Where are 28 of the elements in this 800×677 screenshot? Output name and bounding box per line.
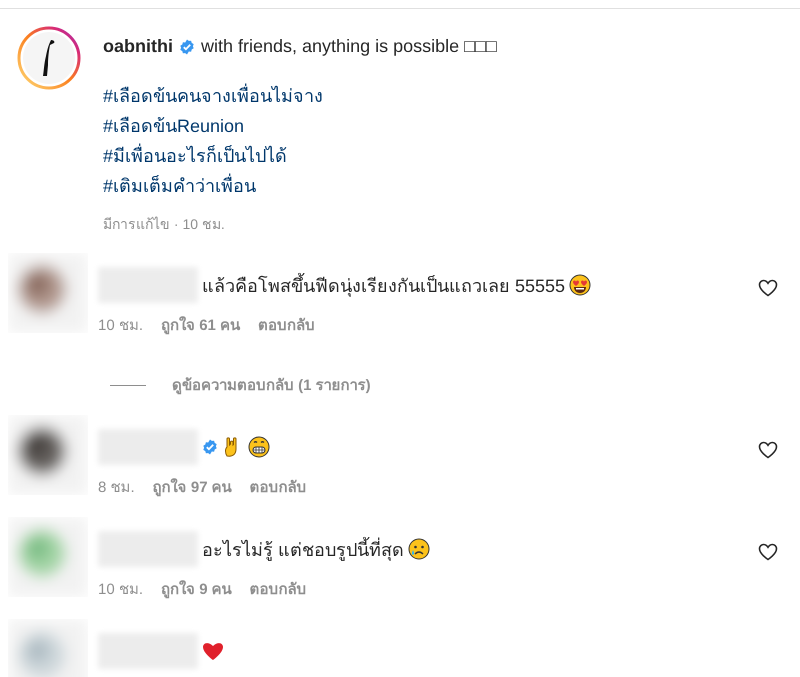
reply-button[interactable]: ตอบกลับ xyxy=(250,475,307,499)
grinning-face-icon xyxy=(248,436,270,458)
hashtag-link[interactable]: #เลือดข้นReunion xyxy=(103,111,244,141)
likes-count-link[interactable]: ถูกใจ 97 คน xyxy=(152,475,232,499)
replies-line xyxy=(110,384,146,386)
reply-button[interactable]: ตอบกลับ xyxy=(250,577,307,601)
avatar-picture-icon xyxy=(17,26,81,90)
hashtag-link[interactable]: #มีเพื่อนอะไรก็เป็นไปได้ xyxy=(103,141,288,171)
heart-icon[interactable] xyxy=(758,279,778,297)
hashtag-link[interactable]: #เติมเต็มคำว่าเพื่อน xyxy=(103,171,256,201)
heart-icon[interactable] xyxy=(758,441,778,459)
comment-time: 10 ชม. xyxy=(98,316,144,336)
comment-text: แล้วคือโพสขึ้นฟีดนุ่งเรียงกันเป็นแถวเลย 55555 xyxy=(202,270,566,300)
heart-emoji-icon xyxy=(202,640,224,662)
heart-icon[interactable] xyxy=(758,543,778,561)
likes-count-link[interactable]: ถูกใจ 61 คน xyxy=(161,313,240,337)
username[interactable]: oabnithi xyxy=(103,36,173,57)
likes-count-link[interactable]: ถูกใจ 9 คน xyxy=(161,577,232,601)
caption-text: with friends, anything is possible □□□ xyxy=(201,36,497,57)
post-meta: มีการแก้ไข · 10 ชม. xyxy=(103,215,226,234)
comment-time: 8 ชม. xyxy=(98,478,135,498)
heart-eyes-emoji-icon xyxy=(569,274,592,296)
comment-text: อะไรไม่รู้ แต่ชอบรูปนี้ที่สุด xyxy=(202,534,404,564)
view-replies-button[interactable]: ดูข้อความตอบกลับ (1 รายการ) xyxy=(172,373,371,397)
crying-face-icon xyxy=(408,538,430,560)
comment-time: 10 ชม. xyxy=(98,580,144,600)
reply-button[interactable]: ตอบกลับ xyxy=(258,313,316,337)
hashtag-link[interactable]: #เลือดข้นคนจางเพื่อนไม่จาง xyxy=(103,81,324,111)
